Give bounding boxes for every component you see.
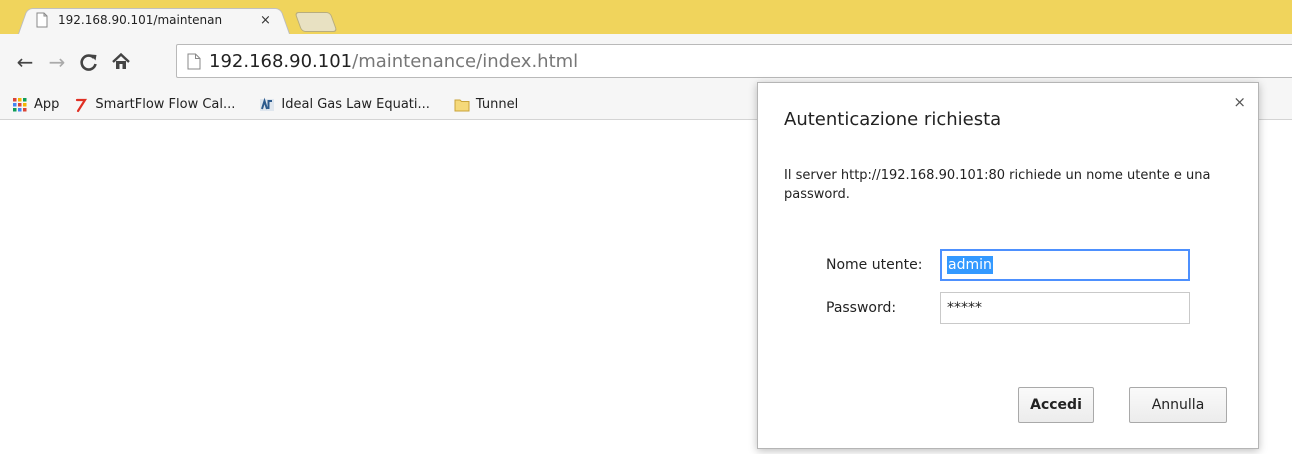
login-button[interactable]: Accedi <box>1018 387 1094 423</box>
cancel-button[interactable]: Annulla <box>1129 387 1227 423</box>
browser-tab[interactable]: 192.168.90.101/maintenan × <box>26 8 282 32</box>
bookmark-tunnel[interactable]: Tunnel <box>448 93 524 117</box>
smartflow-icon <box>73 97 89 113</box>
tab-close-icon[interactable]: × <box>260 14 271 27</box>
bookmark-label: SmartFlow Flow Cal... <box>95 97 236 112</box>
bookmark-label: Ideal Gas Law Equati... <box>281 97 430 112</box>
username-input-wrap: admin <box>940 249 1190 281</box>
dialog-message: Il server http://192.168.90.101:80 richi… <box>784 168 1211 202</box>
address-bar[interactable]: 192.168.90.101/maintenance/index.html <box>176 44 1292 78</box>
bookmark-label: Tunnel <box>475 97 519 112</box>
bookmark-smartflow[interactable]: SmartFlow Flow Cal... <box>67 93 241 117</box>
password-row: Password: <box>826 292 1190 324</box>
back-arrow-icon[interactable]: ← <box>12 46 38 78</box>
reload-icon[interactable] <box>76 46 102 78</box>
forward-arrow-icon[interactable]: → <box>44 46 70 78</box>
folder-icon <box>454 97 470 113</box>
new-tab-button[interactable] <box>294 12 338 32</box>
username-input[interactable] <box>940 249 1190 281</box>
username-row: Nome utente: admin <box>826 249 1190 281</box>
apps-grid-icon <box>12 97 28 113</box>
password-label: Password: <box>826 300 897 316</box>
title-bar: 192.168.90.101/maintenan × <box>0 0 1292 34</box>
close-icon[interactable]: × <box>1233 93 1246 111</box>
url-host: 192.168.90.101 <box>209 50 353 72</box>
page-icon <box>187 53 201 70</box>
bookmark-label: App <box>34 97 60 112</box>
bookmark-ideal-gas[interactable]: Ideal Gas Law Equati... <box>253 93 436 117</box>
password-input[interactable] <box>940 292 1190 324</box>
dialog-title: Autenticazione richiesta <box>784 109 1002 130</box>
auth-dialog: × Autenticazione richiesta Il server htt… <box>757 82 1259 449</box>
tab-title: 192.168.90.101/maintenan <box>58 13 223 27</box>
username-label: Nome utente: <box>826 257 923 273</box>
bookmark-app[interactable]: App <box>6 93 65 117</box>
ideal-gas-icon <box>259 97 275 113</box>
home-icon[interactable] <box>108 46 134 78</box>
url-path: /maintenance/index.html <box>352 50 579 72</box>
url-text: 192.168.90.101/maintenance/index.html <box>209 51 578 72</box>
page-icon <box>34 12 50 28</box>
